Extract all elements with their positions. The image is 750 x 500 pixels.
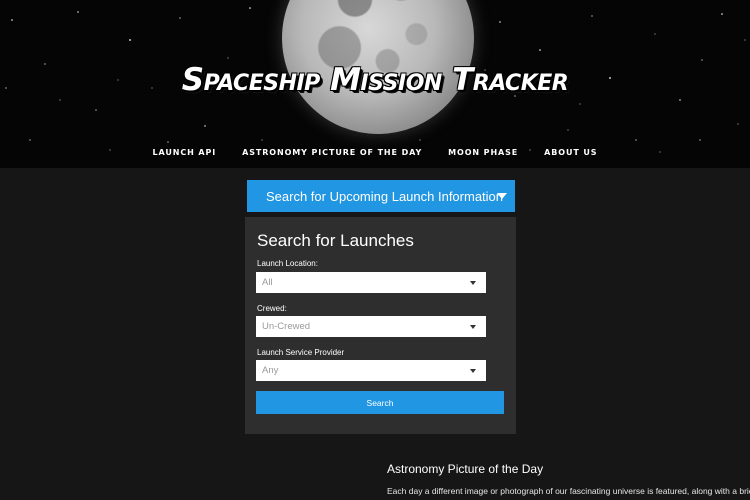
- dropdown-caret-icon: [470, 325, 476, 329]
- crewed-select[interactable]: Un-Crewed: [256, 316, 486, 337]
- launch-location-select[interactable]: All: [256, 272, 486, 293]
- dropdown-caret-icon: [470, 281, 476, 285]
- launch-service-provider-select[interactable]: Any: [256, 360, 486, 381]
- crewed-value: Un-Crewed: [262, 321, 311, 332]
- launch-service-provider-value: Any: [262, 365, 279, 376]
- nav-link-launch-api[interactable]: LAUNCH API: [153, 148, 217, 157]
- site-title: Spaceship Mission Tracker: [181, 62, 569, 98]
- apod-description: Each day a different image or photograph…: [387, 486, 750, 496]
- main-nav: LAUNCH API ASTRONOMY PICTURE OF THE DAY …: [0, 148, 750, 157]
- accordion-title: Search for Upcoming Launch Information: [266, 188, 504, 204]
- crewed-label: Crewed:: [257, 304, 287, 313]
- launch-location-value: All: [262, 277, 273, 288]
- launch-service-provider-label: Launch Service Provider: [257, 348, 345, 357]
- apod-heading: Astronomy Picture of the Day: [387, 462, 544, 476]
- caret-down-icon: [497, 193, 507, 199]
- nav-link-moon-phase[interactable]: MOON PHASE: [448, 148, 518, 157]
- upcoming-launch-accordion-toggle[interactable]: Search for Upcoming Launch Information: [247, 180, 515, 212]
- search-button[interactable]: Search: [256, 391, 504, 414]
- nav-link-about-us[interactable]: ABOUT US: [544, 148, 597, 157]
- panel-heading: Search for Launches: [257, 231, 414, 250]
- hero-banner: Spaceship Mission Tracker LAUNCH API AST…: [0, 0, 750, 168]
- nav-link-astronomy-picture[interactable]: ASTRONOMY PICTURE OF THE DAY: [242, 148, 422, 157]
- dropdown-caret-icon: [470, 369, 476, 373]
- launch-search-panel: Search for Launches Launch Location: All…: [245, 217, 516, 434]
- launch-location-label: Launch Location:: [257, 259, 318, 268]
